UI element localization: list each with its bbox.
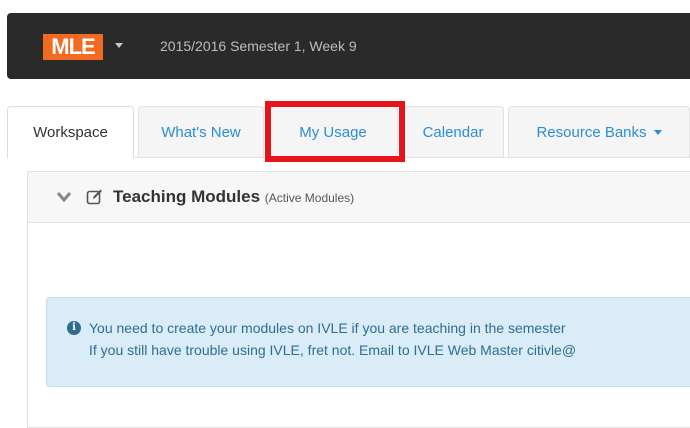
- tab-resource-banks[interactable]: Resource Banks: [508, 106, 690, 158]
- tab-resource-banks-label: Resource Banks: [536, 124, 647, 141]
- panel-header[interactable]: Teaching Modules (Active Modules): [28, 172, 690, 223]
- edit-icon: [86, 189, 102, 205]
- tab-my-usage[interactable]: My Usage: [268, 106, 398, 158]
- info-icon: i: [67, 321, 81, 335]
- tab-calendar[interactable]: Calendar: [402, 106, 504, 158]
- semester-label: 2015/2016 Semester 1, Week 9: [160, 38, 357, 54]
- dropdown-caret-icon: [653, 129, 662, 135]
- top-navbar: MLE 2015/2016 Semester 1, Week 9: [7, 13, 690, 79]
- tab-my-usage-label: My Usage: [299, 124, 367, 141]
- chevron-down-icon[interactable]: [57, 192, 71, 202]
- info-alert: i You need to create your modules on IVL…: [46, 297, 690, 387]
- alert-text-line-1: You need to create your modules on IVLE …: [89, 320, 566, 336]
- tab-bar: Workspace What's New My Usage Calendar R…: [0, 106, 690, 158]
- panel-title-text: Teaching Modules: [113, 187, 261, 206]
- tab-workspace-label: Workspace: [33, 124, 108, 141]
- tab-divider: [134, 157, 690, 158]
- teaching-modules-panel: Teaching Modules (Active Modules) i You …: [27, 171, 690, 428]
- alert-text-line-2: If you still have trouble using IVLE, fr…: [89, 342, 577, 358]
- panel-title: Teaching Modules (Active Modules): [113, 186, 354, 209]
- logo-menu-caret-icon[interactable]: [115, 43, 123, 48]
- tab-workspace[interactable]: Workspace: [7, 106, 134, 158]
- tab-whats-new[interactable]: What's New: [138, 106, 264, 158]
- panel-subtitle: (Active Modules): [264, 191, 355, 205]
- tab-calendar-label: Calendar: [422, 124, 484, 141]
- app-logo[interactable]: MLE: [43, 34, 103, 60]
- page: MLE 2015/2016 Semester 1, Week 9 Workspa…: [0, 0, 690, 428]
- tab-whats-new-label: What's New: [161, 124, 241, 141]
